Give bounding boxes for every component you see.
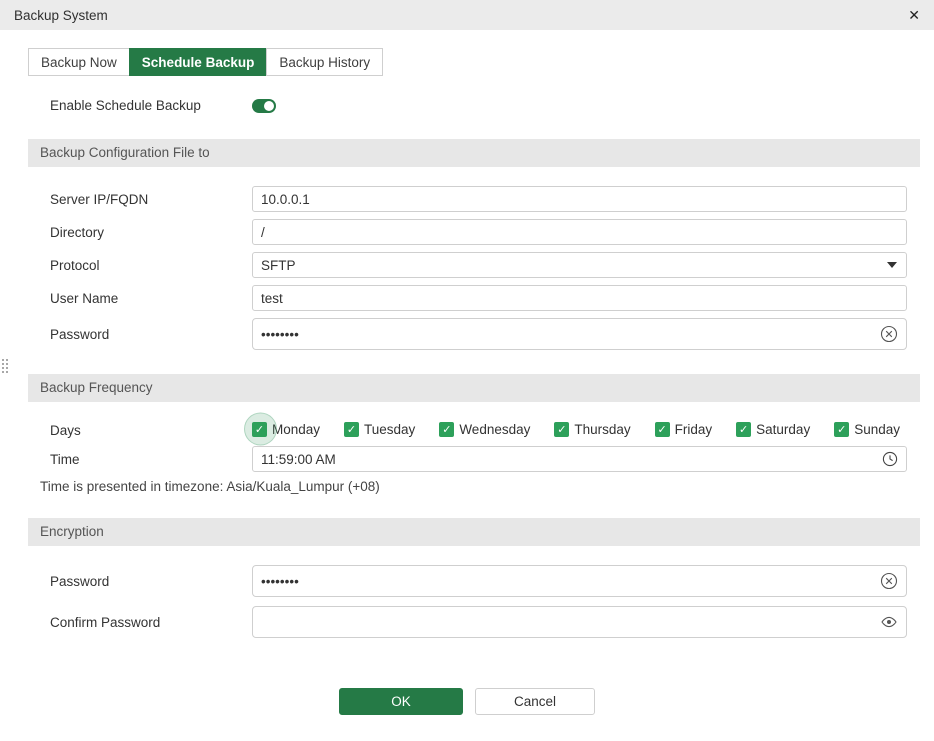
checkbox-checked-icon: ✓ [834, 421, 850, 437]
checkbox-checked-icon: ✓ [654, 421, 670, 437]
enable-schedule-label: Enable Schedule Backup [50, 98, 201, 113]
dialog-title: Backup System [14, 7, 108, 23]
day-label: Sunday [854, 421, 900, 437]
directory-row: Directory [50, 219, 907, 245]
day-checkbox-tuesday[interactable]: ✓ Tuesday [344, 421, 416, 437]
time-input[interactable] [252, 446, 907, 472]
day-checkbox-monday[interactable]: ✓ Monday [252, 421, 321, 437]
directory-label: Directory [50, 224, 105, 240]
dialog-footer: OK Cancel [0, 688, 934, 715]
tab-schedule-backup[interactable]: Schedule Backup [128, 48, 268, 76]
clear-password-icon[interactable] [880, 325, 898, 343]
directory-input[interactable] [252, 219, 907, 245]
dialog-titlebar: Backup System ✕ [0, 0, 934, 30]
server-password-label: Password [50, 326, 110, 342]
day-checkbox-sunday[interactable]: ✓ Sunday [834, 421, 900, 437]
tab-backup-history[interactable]: Backup History [266, 48, 384, 76]
day-checkbox-wednesday[interactable]: ✓ Wednesday [439, 421, 531, 437]
section-header-backup-frequency: Backup Frequency [28, 374, 920, 402]
section-header-encryption: Encryption [28, 518, 920, 546]
encryption-password-input[interactable] [252, 565, 907, 597]
checkbox-checked-icon: ✓ [554, 421, 570, 437]
checkbox-checked-icon: ✓ [344, 421, 360, 437]
toggle-knob [264, 100, 274, 111]
protocol-value: SFTP [261, 257, 296, 273]
day-checkbox-friday[interactable]: ✓ Friday [654, 421, 713, 437]
day-label: Tuesday [364, 421, 416, 437]
show-password-eye-icon[interactable] [880, 613, 898, 631]
server-password-wrap [252, 318, 907, 350]
encryption-password-wrap [252, 565, 907, 597]
protocol-label: Protocol [50, 257, 100, 273]
enable-schedule-row: Enable Schedule Backup [50, 98, 907, 113]
username-row: User Name [50, 285, 907, 311]
clear-password-icon[interactable] [880, 572, 898, 590]
confirm-password-label: Confirm Password [50, 614, 161, 630]
encryption-password-label: Password [50, 573, 110, 589]
tab-bar: Backup Now Schedule Backup Backup Histor… [28, 48, 934, 76]
encryption-fields: Password Confirm Password [50, 565, 907, 638]
close-icon[interactable]: ✕ [908, 8, 920, 22]
time-row: Time [50, 446, 907, 472]
day-checkbox-saturday[interactable]: ✓ Saturday [736, 421, 811, 437]
tab-backup-now[interactable]: Backup Now [28, 48, 130, 76]
backup-config-fields: Server IP/FQDN Directory Protocol SFTP U… [50, 186, 907, 350]
backup-frequency-fields: Days ✓ Monday ✓ Tuesday ✓ Wednesday ✓ Th… [50, 420, 907, 472]
section-header-backup-config: Backup Configuration File to [28, 139, 920, 167]
server-ip-label: Server IP/FQDN [50, 191, 149, 207]
backup-system-dialog: Backup System ✕ Backup Now Schedule Back… [0, 0, 934, 741]
timezone-note: Time is presented in timezone: Asia/Kual… [40, 479, 380, 494]
username-input[interactable] [252, 285, 907, 311]
server-password-row: Password [50, 318, 907, 350]
time-label: Time [50, 451, 80, 467]
directory-wrap [252, 219, 907, 245]
days-checkbox-group: ✓ Monday ✓ Tuesday ✓ Wednesday ✓ Thursda… [252, 421, 907, 437]
checkbox-checked-icon: ✓ [252, 421, 267, 437]
encryption-password-row: Password [50, 565, 907, 597]
checkbox-checked-icon: ✓ [736, 421, 752, 437]
protocol-select[interactable]: SFTP [252, 252, 907, 278]
day-label: Friday [674, 421, 713, 437]
server-ip-row: Server IP/FQDN [50, 186, 907, 212]
confirm-password-wrap [252, 606, 907, 638]
resize-drag-handle[interactable] [1, 358, 9, 376]
server-ip-input[interactable] [252, 186, 907, 212]
day-label: Monday [272, 421, 321, 437]
day-label: Wednesday [459, 421, 531, 437]
username-label: User Name [50, 290, 119, 306]
server-ip-wrap [252, 186, 907, 212]
ok-button[interactable]: OK [339, 688, 463, 715]
confirm-password-input[interactable] [252, 606, 907, 638]
enable-schedule-toggle[interactable] [252, 98, 276, 113]
username-wrap [252, 285, 907, 311]
time-wrap [252, 446, 907, 472]
day-label: Thursday [574, 421, 631, 437]
chevron-down-icon [887, 262, 897, 268]
checkbox-checked-icon: ✓ [439, 421, 455, 437]
server-password-input[interactable] [252, 318, 907, 350]
cancel-button[interactable]: Cancel [475, 688, 595, 715]
confirm-password-row: Confirm Password [50, 606, 907, 638]
clock-icon[interactable] [882, 451, 898, 467]
day-label: Saturday [756, 421, 811, 437]
protocol-row: Protocol SFTP [50, 252, 907, 278]
day-checkbox-thursday[interactable]: ✓ Thursday [554, 421, 631, 437]
days-row: Days ✓ Monday ✓ Tuesday ✓ Wednesday ✓ Th… [50, 420, 907, 438]
days-label: Days [50, 423, 81, 438]
